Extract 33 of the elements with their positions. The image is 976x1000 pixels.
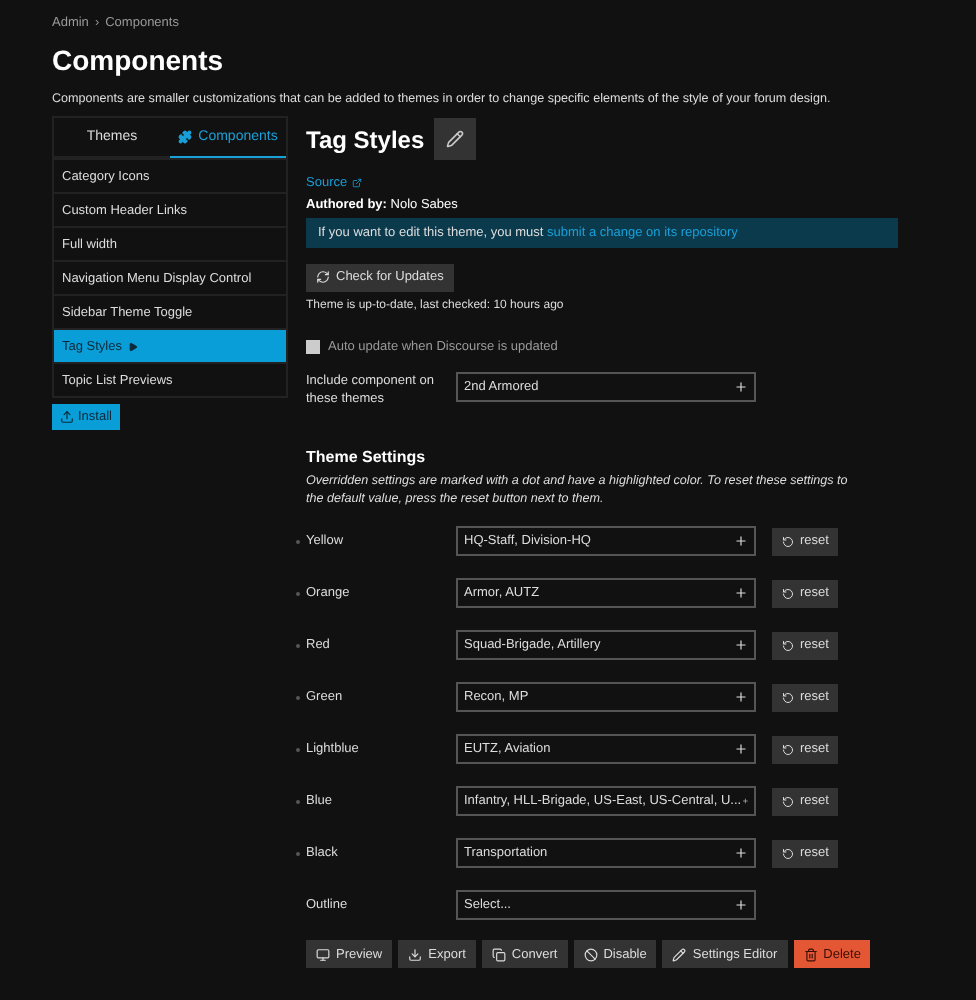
reset-icon <box>782 587 794 600</box>
download-icon <box>408 947 423 962</box>
play-icon <box>128 341 138 351</box>
plus-icon <box>734 534 748 549</box>
upload-icon <box>60 410 74 424</box>
section-title: Theme Settings <box>306 448 428 467</box>
plus-icon <box>734 898 748 913</box>
puzzle-icon <box>178 130 193 144</box>
reset-icon <box>782 639 794 652</box>
edit-button[interactable] <box>434 118 477 160</box>
component-title: Tag Styles <box>306 125 425 153</box>
reset-icon <box>782 535 794 548</box>
reset-icon <box>782 847 794 860</box>
plus-icon <box>741 794 748 809</box>
plus-icon <box>734 380 748 394</box>
reset-icon <box>782 795 794 808</box>
checkbox[interactable] <box>306 340 320 354</box>
plus-icon <box>734 586 748 601</box>
copy-icon <box>491 947 506 962</box>
monitor-icon <box>316 947 330 962</box>
plus-icon <box>734 846 748 861</box>
external-link-icon <box>351 178 362 188</box>
plus-icon <box>734 742 748 757</box>
page-title: Components <box>52 44 226 76</box>
plus-icon <box>734 690 748 705</box>
pencil-icon <box>672 947 687 962</box>
pencil-icon <box>446 130 465 148</box>
ban-icon <box>583 947 598 962</box>
refresh-icon <box>316 270 330 284</box>
trash-icon <box>803 947 818 962</box>
reset-icon <box>782 743 794 756</box>
reset-icon <box>782 691 794 704</box>
plus-icon <box>734 638 748 653</box>
